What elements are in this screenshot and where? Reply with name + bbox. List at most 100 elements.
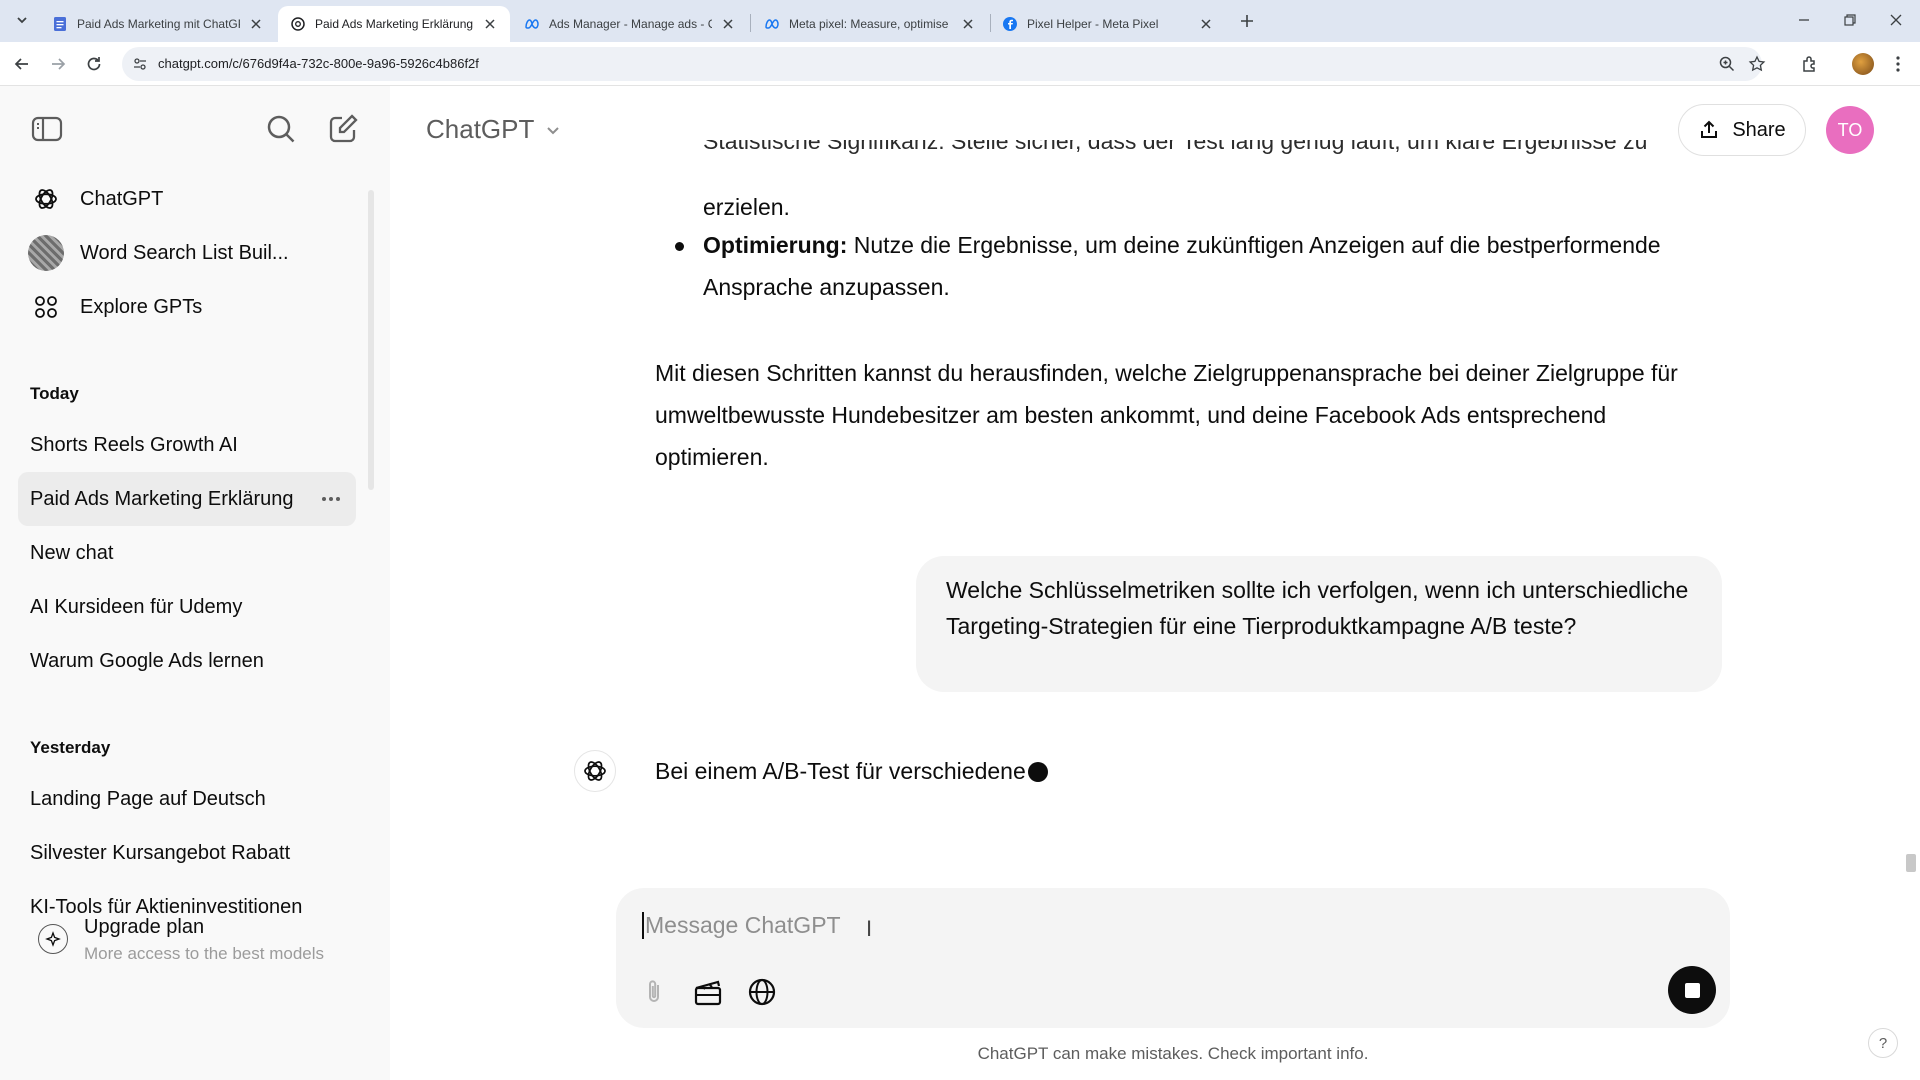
meta-icon: [764, 16, 780, 32]
chat-item[interactable]: Shorts Reels Growth AI: [18, 418, 356, 472]
list-item-bold: Optimierung:: [703, 232, 848, 258]
gpt-avatar: [28, 235, 64, 271]
summary-paragraph: Mit diesen Schritten kannst du herausfin…: [655, 360, 1678, 470]
browser-tab-3[interactable]: Ads Manager - Manage ads - C: [512, 6, 748, 42]
chat-item[interactable]: Landing Page auf Deutsch: [18, 772, 356, 826]
gpt-item-chatgpt[interactable]: ChatGPT: [18, 176, 358, 222]
model-selector[interactable]: ChatGPT: [426, 114, 562, 145]
back-arrow-icon[interactable]: [12, 54, 32, 74]
message-composer[interactable]: Message ChatGPT I: [616, 888, 1730, 1028]
user-avatar[interactable]: TO: [1826, 106, 1874, 154]
message-input[interactable]: Message ChatGPT: [642, 912, 841, 939]
gpt-item-label: ChatGPT: [80, 187, 164, 210]
openai-icon: [574, 750, 616, 792]
chevron-down-icon: [544, 121, 562, 139]
sidebar-scrollbar[interactable]: [368, 190, 374, 490]
close-icon[interactable]: [248, 16, 264, 32]
tab-title: Paid Ads Marketing mit ChatGPT: [77, 17, 240, 31]
gpt-item-label: Word Search List Buil...: [80, 241, 289, 264]
more-options-icon[interactable]: [318, 486, 344, 512]
browser-tab-4[interactable]: Meta pixel: Measure, optimise a: [752, 6, 988, 42]
chat-item[interactable]: AI Kursideen für Udemy: [18, 580, 356, 634]
upgrade-title: Upgrade plan: [84, 916, 205, 938]
chat-item-active[interactable]: Paid Ads Marketing Erklärung: [18, 472, 356, 526]
grid-icon: [28, 289, 64, 325]
chat-item-label: Warum Google Ads lernen: [30, 649, 264, 672]
share-upload-icon: [1698, 119, 1720, 141]
forward-arrow-icon[interactable]: [48, 54, 68, 74]
close-icon[interactable]: [720, 16, 736, 32]
stop-square-icon: [1684, 982, 1700, 998]
restore-icon[interactable]: [1842, 12, 1858, 28]
share-button[interactable]: Share: [1678, 104, 1806, 156]
meta-icon: [524, 16, 540, 32]
browser-profile-avatar[interactable]: [1852, 53, 1874, 75]
zoom-icon[interactable]: [1718, 55, 1736, 73]
tab-title: Meta pixel: Measure, optimise a: [789, 17, 952, 31]
chat-item[interactable]: New chat: [18, 526, 356, 580]
chat-item-label: Silvester Kursangebot Rabatt: [30, 841, 291, 864]
globe-icon[interactable]: [746, 976, 778, 1008]
disclaimer-text: ChatGPT can make mistakes. Check importa…: [977, 1044, 1369, 1063]
streaming-cursor: [1027, 761, 1048, 782]
stop-generating-button[interactable]: [1668, 966, 1716, 1014]
facebook-icon: [1002, 16, 1018, 32]
address-bar[interactable]: chatgpt.com/c/676d9f4a-732c-800e-9a96-59…: [122, 47, 1766, 81]
explore-gpts-link[interactable]: Explore GPTs: [18, 284, 358, 330]
close-icon[interactable]: [482, 16, 498, 32]
browser-tab-strip: Paid Ads Marketing mit ChatGPT Paid Ads …: [0, 0, 1920, 42]
text-cursor-ibeam: I: [866, 916, 873, 941]
new-chat-compose-icon[interactable]: [326, 112, 360, 146]
chat-item-label: Landing Page auf Deutsch: [30, 787, 266, 810]
attach-icon[interactable]: [638, 976, 670, 1008]
page-scrollbar-thumb[interactable]: [1906, 854, 1916, 872]
chat-item-label: New chat: [30, 541, 114, 564]
new-tab-plus-icon[interactable]: [1236, 10, 1258, 32]
upgrade-plan-button[interactable]: Upgrade plan More access to the best mod…: [24, 910, 364, 970]
cut-off-text-line: Statistische Signifikanz: Stelle sicher,…: [703, 140, 1648, 154]
document-icon: [52, 16, 68, 32]
close-icon[interactable]: [960, 16, 976, 32]
upgrade-subtitle: More access to the best models: [84, 944, 325, 963]
assistant-streaming-message: Bei einem A/B-Test für verschiedene: [655, 758, 1048, 785]
tab-title: Paid Ads Marketing Erklärung: [315, 17, 474, 31]
share-label: Share: [1732, 118, 1786, 141]
browser-tab-2-active[interactable]: Paid Ads Marketing Erklärung: [278, 6, 510, 42]
openai-icon: [28, 181, 64, 217]
tab-separator: [750, 14, 751, 32]
chat-item-label: Shorts Reels Growth AI: [30, 433, 238, 456]
model-name: ChatGPT: [426, 114, 535, 144]
upgrade-sparkle-icon: [38, 924, 68, 954]
url-text: chatgpt.com/c/676d9f4a-732c-800e-9a96-59…: [158, 56, 479, 71]
chat-item[interactable]: Warum Google Ads lernen: [18, 634, 356, 688]
browser-tab-5[interactable]: Pixel Helper - Meta Pixel: [990, 6, 1226, 42]
close-icon[interactable]: [1198, 16, 1214, 32]
chat-item[interactable]: Silvester Kursangebot Rabatt: [18, 826, 356, 880]
user-message-bubble: Welche Schlüsselmetriken sollte ich verf…: [916, 556, 1722, 692]
gpt-item-label: Explore GPTs: [80, 295, 203, 318]
extensions-puzzle-icon[interactable]: [1800, 54, 1820, 74]
sidebar: ChatGPT Word Search List Buil... Explore…: [0, 86, 390, 1080]
tab-title: Ads Manager - Manage ads - C: [549, 17, 712, 31]
gpt-item-word-search[interactable]: Word Search List Buil...: [18, 230, 358, 276]
list-item-text: Nutze die Ergebnisse, um deine zukünftig…: [703, 232, 1661, 300]
list-item-optimierung: Optimierung: Nutze die Ergebnisse, um de…: [703, 224, 1703, 308]
tab-title: Pixel Helper - Meta Pixel: [1027, 17, 1159, 31]
reload-icon[interactable]: [84, 54, 104, 74]
assistant-partial-text: Bei einem A/B-Test für verschiedene: [655, 758, 1026, 784]
list-item-continuation: erzielen.: [703, 194, 790, 220]
chat-item-label: AI Kursideen für Udemy: [30, 595, 243, 618]
browser-menu-kebab-icon[interactable]: [1888, 54, 1908, 74]
tab-search-chevron-icon[interactable]: [12, 10, 32, 30]
search-icon[interactable]: [264, 112, 298, 146]
sidebar-toggle-icon[interactable]: [30, 112, 64, 146]
site-settings-icon[interactable]: [132, 56, 148, 72]
chat-item-label: Paid Ads Marketing Erklärung: [30, 487, 294, 510]
close-window-icon[interactable]: [1888, 12, 1904, 28]
openai-icon: [290, 16, 306, 32]
minimize-icon[interactable]: [1796, 12, 1812, 28]
bookmark-star-icon[interactable]: [1748, 55, 1766, 73]
video-icon[interactable]: [692, 976, 724, 1008]
help-button[interactable]: ?: [1868, 1028, 1898, 1058]
browser-tab-1[interactable]: Paid Ads Marketing mit ChatGPT: [40, 6, 276, 42]
